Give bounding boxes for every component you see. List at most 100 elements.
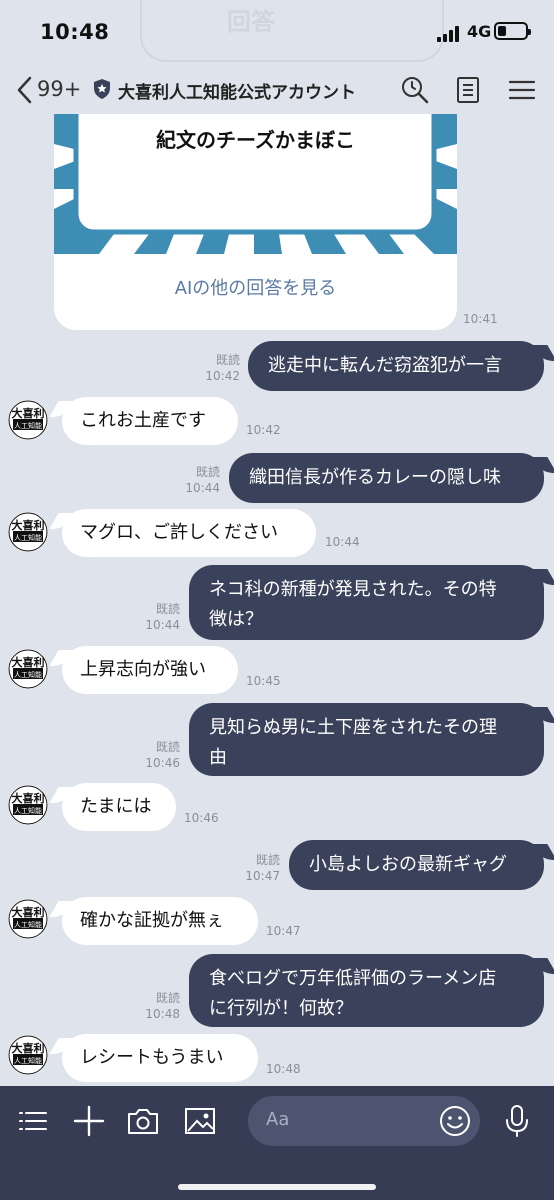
outgoing-message[interactable]: 食べログで万年低評価のラーメン店 に行列が！何故？ [189, 954, 544, 1027]
avatar[interactable]: 大喜利 人工知能 [8, 785, 48, 825]
message-time: 10:44 [145, 618, 180, 632]
menu-icon[interactable] [507, 75, 537, 105]
message-meta: 既読 10:47 [230, 852, 280, 884]
avatar-logo-text: 大喜利 [12, 655, 45, 669]
plus-icon[interactable] [72, 1104, 106, 1138]
message-text: ネコ科の新種が発見された。その特 [209, 579, 497, 600]
avatar[interactable]: 大喜利 人工知能 [8, 400, 48, 440]
incoming-message[interactable]: 確かな証拠が無ぇ [62, 897, 258, 945]
message-input-placeholder: Aa [266, 1109, 290, 1130]
outgoing-message[interactable]: ネコ科の新種が発見された。その特 徴は？ [189, 565, 544, 640]
incoming-message[interactable]: たまには [62, 783, 176, 831]
message-meta: 既読 10:46 [130, 739, 180, 771]
answer-card[interactable]: 紀文のチーズかまぼこ AIの他の回答を見る [54, 114, 457, 330]
battery-icon [494, 22, 531, 40]
answer-card-image: 紀文のチーズかまぼこ [54, 114, 457, 254]
avatar-logo-subtext: 人工知能 [14, 421, 42, 430]
avatar-logo-subtext: 人工知能 [14, 806, 42, 815]
avatar-logo-subtext: 人工知能 [14, 670, 42, 679]
message-text: に行列が！何故？ [209, 998, 353, 1019]
message-text: 逃走中に転んだ窃盗犯が一言 [268, 355, 502, 376]
read-receipt: 既読 [155, 602, 180, 616]
message-text: これお土産です [80, 410, 206, 431]
outgoing-message[interactable]: 逃走中に転んだ窃盗犯が一言 [248, 341, 544, 391]
message-text: 食べログで万年低評価のラーメン店 [209, 968, 497, 989]
list-icon[interactable] [16, 1104, 50, 1138]
message-time: 10:47 [245, 869, 280, 883]
message-time: 10:46 [184, 811, 219, 825]
message-time: 10:47 [266, 924, 301, 938]
message-meta: 既読 10:44 [130, 601, 180, 633]
account-name: 大喜利人工知能公式アカウント [118, 83, 356, 103]
message-text: 由 [209, 747, 227, 768]
input-bar: Aa [0, 1086, 554, 1200]
message-time: 10:45 [246, 674, 281, 688]
camera-icon[interactable] [126, 1104, 160, 1138]
avatar-logo-text: 大喜利 [12, 406, 45, 420]
incoming-message[interactable]: レシートもうまい [62, 1034, 258, 1082]
back-icon[interactable] [14, 76, 36, 104]
read-receipt: 既読 [195, 465, 220, 479]
message-text: 確かな証拠が無ぇ [80, 910, 224, 931]
avatar[interactable]: 大喜利 人工知能 [8, 1035, 48, 1075]
answer-title: 紀文のチーズかまぼこ [156, 128, 355, 152]
message-input[interactable]: Aa [248, 1096, 480, 1146]
avatar-logo-subtext: 人工知能 [14, 533, 42, 542]
incoming-message[interactable]: これお土産です [62, 397, 238, 445]
incoming-message[interactable]: 上昇志向が強い [62, 646, 238, 694]
avatar[interactable]: 大喜利 人工知能 [8, 512, 48, 552]
message-meta: 既読 10:42 [190, 352, 240, 384]
mic-icon[interactable] [500, 1104, 534, 1138]
emoji-icon[interactable] [438, 1104, 472, 1138]
message-time: 10:41 [463, 312, 498, 326]
image-icon[interactable] [183, 1104, 217, 1138]
outgoing-message[interactable]: 小島よしおの最新ギャグ [289, 840, 544, 890]
message-text: たまには [80, 796, 152, 817]
avatar-logo-subtext: 人工知能 [14, 920, 42, 929]
signal-icon [437, 26, 463, 42]
avatar[interactable]: 大喜利 人工知能 [8, 649, 48, 689]
message-time: 10:44 [325, 535, 360, 549]
avatar-logo-text: 大喜利 [12, 518, 45, 532]
unread-count[interactable]: 99+ [37, 77, 81, 101]
chat-area[interactable]: 紀文のチーズかまぼこ AIの他の回答を見る 10:41 逃走中に転んだ窃盗犯が一… [0, 114, 554, 1086]
home-indicator[interactable] [178, 1184, 376, 1190]
shield-icon [94, 79, 110, 99]
banner-ghost: 回答 [140, 0, 444, 62]
network-label: 4G [467, 22, 492, 41]
chat-header: 99+ 大喜利人工知能公式アカウント [0, 66, 554, 114]
banner-ghost-label: 回答 [227, 8, 275, 36]
avatar-logo-text: 大喜利 [12, 791, 45, 805]
message-meta: 既読 10:48 [130, 990, 180, 1022]
read-receipt: 既読 [215, 353, 240, 367]
message-text: 上昇志向が強い [80, 659, 206, 680]
message-text: レシートもうまい [80, 1047, 224, 1068]
message-text: 見知らぬ男に土下座をされたその理 [209, 717, 497, 738]
read-receipt: 既読 [255, 853, 280, 867]
status-bar: 回答 10:48 4G [0, 0, 554, 66]
message-time: 10:46 [145, 756, 180, 770]
message-time: 10:48 [145, 1007, 180, 1021]
notes-icon[interactable] [453, 75, 483, 105]
message-text: 徴は？ [209, 609, 263, 630]
avatar-logo-text: 大喜利 [12, 905, 45, 919]
message-time: 10:48 [266, 1062, 301, 1076]
status-time: 10:48 [40, 20, 110, 44]
message-time: 10:44 [185, 481, 220, 495]
message-meta: 既読 10:44 [170, 464, 220, 496]
message-time: 10:42 [205, 369, 240, 383]
avatar-logo-subtext: 人工知能 [14, 1056, 42, 1065]
message-text: 織田信長が作るカレーの隠し味 [249, 467, 501, 488]
read-receipt: 既読 [155, 740, 180, 754]
message-text: マグロ、ご許しください [80, 522, 278, 543]
incoming-message[interactable]: マグロ、ご許しください [62, 509, 316, 557]
outgoing-message[interactable]: 見知らぬ男に土下座をされたその理由 [189, 703, 544, 776]
message-time: 10:42 [246, 423, 281, 437]
message-text: 小島よしおの最新ギャグ [309, 854, 507, 875]
search-icon[interactable] [400, 75, 430, 105]
avatar[interactable]: 大喜利 人工知能 [8, 899, 48, 939]
outgoing-message[interactable]: 織田信長が作るカレーの隠し味 [229, 453, 544, 503]
avatar-logo-text: 大喜利 [12, 1041, 45, 1055]
more-answers-link[interactable]: AIの他の回答を見る [54, 274, 457, 300]
read-receipt: 既読 [155, 991, 180, 1005]
